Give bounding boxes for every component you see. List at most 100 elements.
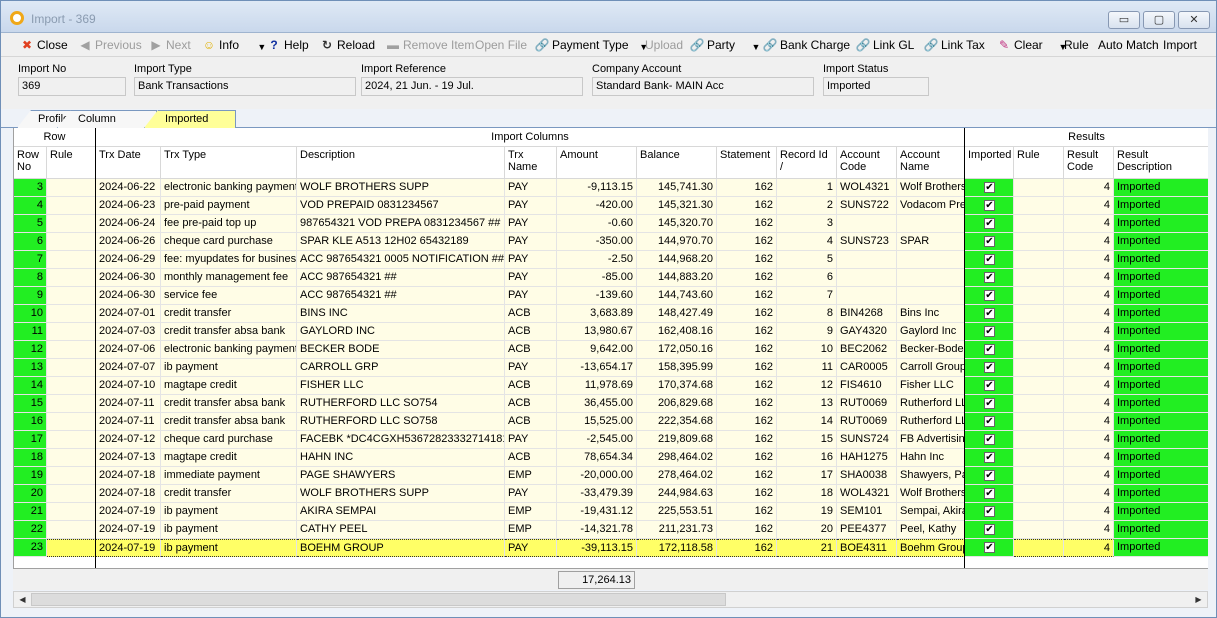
grid-cell-result-code[interactable]: 4 [1064, 503, 1114, 521]
grid-cell-account-name[interactable] [897, 251, 965, 269]
grid-cell-imported[interactable]: ✔ [965, 539, 1014, 557]
grid-cell-statement[interactable]: 162 [717, 323, 777, 341]
help-button[interactable]: ? Help [266, 37, 308, 54]
grid-cell-result-code[interactable]: 4 [1064, 413, 1114, 431]
grid-cell-record-id[interactable]: 10 [777, 341, 837, 359]
grid-cell-amount[interactable]: -85.00 [557, 269, 637, 287]
imported-checkbox[interactable]: ✔ [984, 524, 995, 535]
grid-cell-row-no[interactable]: 20 [14, 485, 47, 503]
grid-cell-trx-date[interactable]: 2024-07-13 [96, 449, 161, 467]
imported-checkbox[interactable]: ✔ [984, 200, 995, 211]
grid-cell-row-no[interactable]: 3 [14, 179, 47, 197]
grid-cell-rule[interactable] [1014, 287, 1064, 305]
grid-cell-amount[interactable]: -0.60 [557, 215, 637, 233]
grid-cell-statement[interactable]: 162 [717, 179, 777, 197]
grid-cell-rule[interactable] [1014, 503, 1064, 521]
grid-cell-balance[interactable]: 225,553.51 [637, 503, 717, 521]
clear-button[interactable]: ✎ Clear [996, 37, 1043, 54]
grid-cell-statement[interactable]: 162 [717, 521, 777, 539]
grid-cell-amount[interactable]: -20,000.00 [557, 467, 637, 485]
scroll-left-icon[interactable]: ◀ [15, 593, 30, 607]
imported-checkbox[interactable]: ✔ [984, 542, 995, 553]
grid-cell-statement[interactable]: 162 [717, 503, 777, 521]
grid-cell-imported[interactable]: ✔ [965, 197, 1014, 215]
column-header[interactable]: Account Name [897, 147, 965, 179]
grid-cell-balance[interactable]: 158,395.99 [637, 359, 717, 377]
table-row[interactable]: 7 2024-06-29 fee: myupdates for business AC… [14, 251, 1208, 269]
grid-cell-trx-name[interactable]: EMP [505, 503, 557, 521]
grid-cell-rule[interactable] [1014, 197, 1064, 215]
column-header[interactable]: Statement [717, 147, 777, 179]
import-no-field[interactable]: 369 [18, 77, 126, 96]
horizontal-scrollbar[interactable]: ◀ ▶ [13, 591, 1208, 608]
grid-cell-row-no[interactable]: 9 [14, 287, 47, 305]
imported-checkbox[interactable]: ✔ [984, 452, 995, 463]
grid-cell-description[interactable]: CARROLL GRP [297, 359, 505, 377]
grid-cell-result-description[interactable]: Imported [1114, 341, 1208, 359]
grid-cell-description[interactable]: FACEBK *DC4CGXH53672823332714181 [297, 431, 505, 449]
imported-checkbox[interactable]: ✔ [984, 416, 995, 427]
imported-checkbox[interactable]: ✔ [984, 344, 995, 355]
grid-cell-row-no[interactable]: 15 [14, 395, 47, 413]
table-row[interactable]: 11 2024-07-03 credit transfer absa bank GAY… [14, 323, 1208, 341]
grid-cell-imported[interactable]: ✔ [965, 287, 1014, 305]
grid-cell-imported[interactable]: ✔ [965, 395, 1014, 413]
grid-cell-statement[interactable]: 162 [717, 233, 777, 251]
grid-cell-trx-name[interactable]: PAY [505, 359, 557, 377]
grid-cell-account-code[interactable]: SHA0038 [837, 467, 897, 485]
grid-cell-result-description[interactable]: Imported [1114, 431, 1208, 449]
grid-cell-trx-type[interactable]: ib payment [161, 539, 297, 557]
grid-cell-result-code[interactable]: 4 [1064, 395, 1114, 413]
grid-cell-imported[interactable]: ✔ [965, 215, 1014, 233]
grid-cell-result-code[interactable]: 4 [1064, 215, 1114, 233]
grid-cell-record-id[interactable]: 9 [777, 323, 837, 341]
grid-cell-record-id[interactable]: 11 [777, 359, 837, 377]
grid-cell-balance[interactable]: 172,118.58 [637, 539, 717, 557]
grid-cell-trx-date[interactable]: 2024-06-24 [96, 215, 161, 233]
grid-cell-row-no[interactable]: 14 [14, 377, 47, 395]
grid-cell-account-code[interactable] [837, 251, 897, 269]
grid-cell-row-no[interactable]: 5 [14, 215, 47, 233]
grid-cell-trx-date[interactable]: 2024-06-26 [96, 233, 161, 251]
grid-cell-description[interactable]: ACC 987654321 0005 NOTIFICATION ## [297, 251, 505, 269]
grid-cell-description[interactable]: FISHER LLC [297, 377, 505, 395]
grid-cell-trx-type[interactable]: electronic banking payment [161, 341, 297, 359]
grid-cell-imported[interactable]: ✔ [965, 467, 1014, 485]
grid-cell-result-description[interactable]: Imported [1114, 233, 1208, 251]
column-header[interactable]: Rule [1014, 147, 1064, 179]
grid-cell-description[interactable]: VOD PREPAID 0831234567 [297, 197, 505, 215]
grid-cell-row-no[interactable]: 10 [14, 305, 47, 323]
grid-cell-statement[interactable]: 162 [717, 359, 777, 377]
grid-cell-result-code[interactable]: 4 [1064, 341, 1114, 359]
grid-cell-statement[interactable]: 162 [717, 251, 777, 269]
grid-cell-account-name[interactable] [897, 215, 965, 233]
imported-checkbox[interactable]: ✔ [984, 272, 995, 283]
grid-cell-rule[interactable] [1014, 341, 1064, 359]
imported-checkbox[interactable]: ✔ [984, 506, 995, 517]
grid-cell-rule[interactable] [47, 413, 96, 431]
imported-checkbox[interactable]: ✔ [984, 290, 995, 301]
grid-cell-rule[interactable] [1014, 431, 1064, 449]
grid-cell-result-description[interactable]: Imported [1114, 485, 1208, 503]
table-row[interactable]: 23 2024-07-19 ib payment BOEHM GROUP PAY -39,… [14, 539, 1208, 557]
grid-cell-statement[interactable]: 162 [717, 377, 777, 395]
grid-cell-account-name[interactable]: Shawyers, Pa [897, 467, 965, 485]
close-button[interactable]: ✖ Close [19, 37, 68, 54]
grid-cell-trx-type[interactable]: ib payment [161, 521, 297, 539]
grid-cell-rule[interactable] [1014, 485, 1064, 503]
grid-cell-balance[interactable]: 144,743.60 [637, 287, 717, 305]
grid-cell-balance[interactable]: 162,408.16 [637, 323, 717, 341]
column-header[interactable]: Trx Type [161, 147, 297, 179]
grid-cell-rule[interactable] [1014, 395, 1064, 413]
reload-button[interactable]: ↻ Reload [319, 37, 375, 54]
grid-cell-trx-date[interactable]: 2024-07-10 [96, 377, 161, 395]
grid-cell-result-code[interactable]: 4 [1064, 179, 1114, 197]
grid-cell-balance[interactable]: 222,354.68 [637, 413, 717, 431]
grid-cell-account-code[interactable]: CAR0005 [837, 359, 897, 377]
grid-cell-imported[interactable]: ✔ [965, 359, 1014, 377]
grid-cell-account-name[interactable]: Becker-Bode [897, 341, 965, 359]
grid-cell-imported[interactable]: ✔ [965, 233, 1014, 251]
chevron-down-icon[interactable]: ▼ [752, 39, 761, 56]
grid-cell-result-description[interactable]: Imported [1114, 467, 1208, 485]
imported-checkbox[interactable]: ✔ [984, 362, 995, 373]
